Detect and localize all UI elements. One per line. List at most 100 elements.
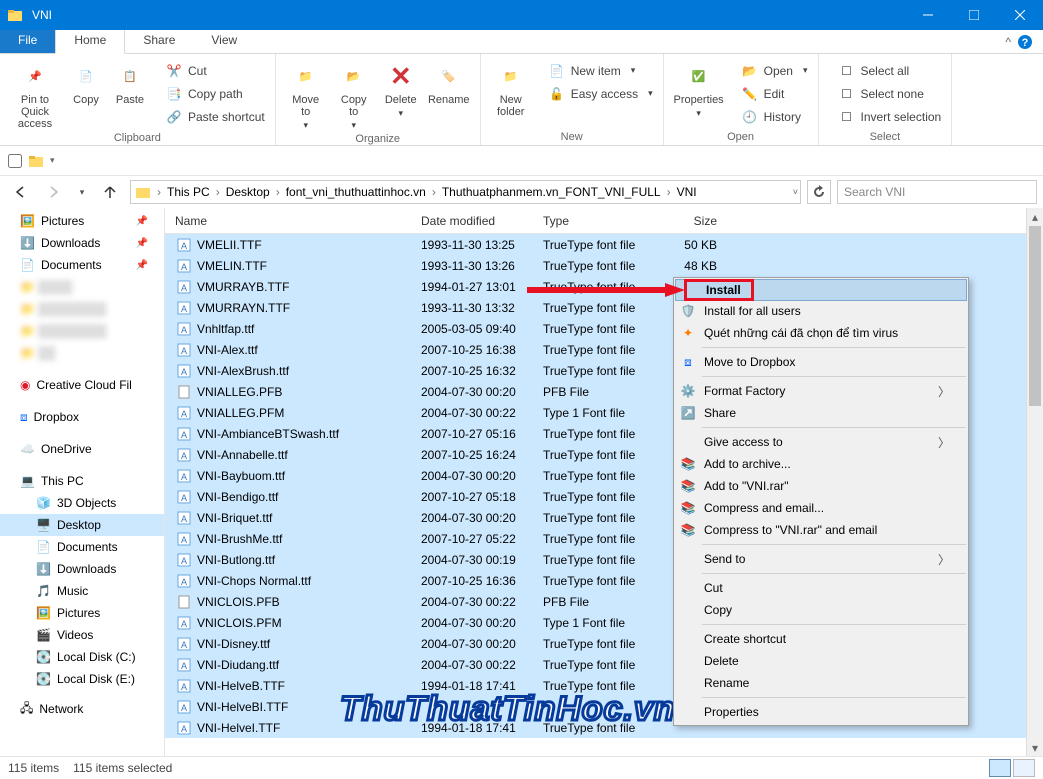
nav-pictures2[interactable]: 🖼️ Pictures — [0, 602, 164, 624]
nav-videos[interactable]: 🎬 Videos — [0, 624, 164, 646]
rename-button[interactable]: 🏷️Rename — [424, 58, 474, 108]
nav-local-disk-e[interactable]: 💽 Local Disk (E:) — [0, 668, 164, 690]
delete-button[interactable]: ✕Delete▾ — [378, 58, 424, 121]
nav-pictures[interactable]: 🖼️ Pictures📌 — [0, 210, 164, 232]
ctx-compress-email[interactable]: 📚Compress and email... — [674, 497, 968, 519]
col-size[interactable]: Size — [661, 214, 731, 228]
nav-music[interactable]: 🎵 Music — [0, 580, 164, 602]
view-large-button[interactable] — [1013, 759, 1035, 777]
ctx-copy[interactable]: Copy — [674, 599, 968, 621]
col-name[interactable]: Name — [175, 214, 421, 228]
new-group-label: New — [487, 131, 657, 143]
history-button[interactable]: 🕘History — [732, 106, 808, 127]
ctx-properties[interactable]: Properties — [674, 701, 968, 723]
move-to-button[interactable]: 📁Move to▾ — [282, 58, 330, 133]
maximize-button[interactable] — [951, 0, 997, 30]
nav-local-disk-c[interactable]: 💽 Local Disk (C:) — [0, 646, 164, 668]
easy-access-button[interactable]: 🔓Easy access▾ — [539, 83, 653, 104]
ctx-cut[interactable]: Cut — [674, 577, 968, 599]
home-tab[interactable]: Home — [55, 30, 125, 54]
invert-selection-button[interactable]: ☐Invert selection — [829, 106, 942, 127]
refresh-button[interactable] — [807, 180, 831, 204]
nav-blur2[interactable]: 📁 ████████ — [0, 298, 164, 320]
nav-downloads2[interactable]: ⬇️ Downloads — [0, 558, 164, 580]
paste-button[interactable]: 📋Paste — [108, 58, 152, 108]
nav-documents2[interactable]: 📄 Documents — [0, 536, 164, 558]
ctx-compress-vni-email[interactable]: 📚Compress to "VNI.rar" and email — [674, 519, 968, 541]
select-none-button[interactable]: ☐Select none — [829, 83, 942, 104]
col-type[interactable]: Type — [543, 214, 661, 228]
new-item-button[interactable]: 📄New item▾ — [539, 60, 653, 81]
nav-downloads[interactable]: ⬇️ Downloads📌 — [0, 232, 164, 254]
nav-forward-button[interactable] — [40, 180, 68, 204]
open-button[interactable]: 📂Open▾ — [732, 60, 808, 81]
scroll-up-icon[interactable]: ▴ — [1027, 208, 1043, 225]
file-date: 2004-07-30 00:19 — [421, 553, 543, 567]
paste-shortcut-button[interactable]: 🔗Paste shortcut — [156, 106, 265, 127]
nav-back-button[interactable] — [6, 180, 34, 204]
new-folder-button[interactable]: 📁New folder — [487, 58, 535, 120]
view-details-button[interactable] — [989, 759, 1011, 777]
col-date[interactable]: Date modified — [421, 214, 543, 228]
nav-recent-button[interactable]: ▾ — [74, 180, 90, 204]
help-icon[interactable]: ? — [1017, 34, 1033, 50]
ctx-add-archive[interactable]: 📚Add to archive... — [674, 453, 968, 475]
ctx-scan-virus[interactable]: ✦Quét những cái đã chọn để tìm virus — [674, 322, 968, 344]
nav-this-pc[interactable]: 💻 This PC — [0, 470, 164, 492]
nav-3d-objects[interactable]: 🧊 3D Objects — [0, 492, 164, 514]
column-headers[interactable]: Name Date modified Type Size — [165, 208, 1043, 234]
ctx-send-to[interactable]: Send to〉 — [674, 548, 968, 570]
copy-button[interactable]: 📄Copy — [64, 58, 108, 108]
ctx-add-vni-rar[interactable]: 📚Add to "VNI.rar" — [674, 475, 968, 497]
nav-documents[interactable]: 📄 Documents📌 — [0, 254, 164, 276]
file-type: Type 1 Font file — [543, 616, 661, 630]
copy-to-button[interactable]: 📂Copy to▾ — [330, 58, 378, 133]
share-tab[interactable]: Share — [125, 30, 193, 53]
edit-button[interactable]: ✏️Edit — [732, 83, 808, 104]
file-size: 50 KB — [661, 238, 731, 252]
properties-button[interactable]: ✅Properties▾ — [670, 58, 728, 121]
file-row[interactable]: AVMELIN.TTF1993-11-30 13:26TrueType font… — [165, 255, 1043, 276]
nav-network[interactable]: 🖧 Network — [0, 698, 164, 720]
nav-blur3[interactable]: 📁 ████████ — [0, 320, 164, 342]
file-row[interactable]: AVMELII.TTF1993-11-30 13:25TrueType font… — [165, 234, 1043, 255]
ctx-delete[interactable]: Delete — [674, 650, 968, 672]
ribbon-tabs: File Home Share View ^ ? — [0, 30, 1043, 54]
ctx-move-dropbox[interactable]: ⧈Move to Dropbox — [674, 351, 968, 373]
view-tab[interactable]: View — [193, 30, 255, 53]
ctx-share[interactable]: ↗️Share — [674, 402, 968, 424]
file-type: TrueType font file — [543, 469, 661, 483]
scroll-thumb[interactable] — [1029, 226, 1041, 406]
cut-button[interactable]: ✂️Cut — [156, 60, 265, 81]
file-tab[interactable]: File — [0, 30, 55, 53]
vertical-scrollbar[interactable]: ▴ ▾ — [1026, 208, 1043, 756]
ctx-format-factory[interactable]: ⚙️Format Factory〉 — [674, 380, 968, 402]
ctx-create-shortcut[interactable]: Create shortcut — [674, 628, 968, 650]
ctx-give-access[interactable]: Give access to〉 — [674, 431, 968, 453]
address-bar[interactable]: › This PC› Desktop› font_vni_thuthuattin… — [130, 180, 801, 204]
scroll-down-icon[interactable]: ▾ — [1027, 739, 1043, 756]
ctx-install[interactable]: Install — [675, 279, 967, 301]
close-button[interactable] — [997, 0, 1043, 30]
font-file-icon: A — [175, 279, 193, 295]
search-box[interactable]: Search VNI — [837, 180, 1037, 204]
nav-up-button[interactable] — [96, 180, 124, 204]
ctx-install-all-users[interactable]: 🛡️Install for all users — [674, 300, 968, 322]
ctx-rename[interactable]: Rename — [674, 672, 968, 694]
select-all-button[interactable]: ☐Select all — [829, 60, 942, 81]
nav-creative-cloud[interactable]: ◉ Creative Cloud Fil — [0, 374, 164, 396]
svg-text:A: A — [181, 472, 187, 482]
nav-onedrive[interactable]: ☁️ OneDrive — [0, 438, 164, 460]
nav-blur1[interactable]: 📁 ████ — [0, 276, 164, 298]
minimize-button[interactable] — [905, 0, 951, 30]
nav-blur4[interactable]: 📁 ██ — [0, 342, 164, 364]
nav-desktop[interactable]: 🖥️ Desktop — [0, 514, 164, 536]
copy-path-button[interactable]: 📑Copy path — [156, 83, 265, 104]
collapse-ribbon-icon[interactable]: ^ — [1005, 35, 1011, 49]
file-type: TrueType font file — [543, 532, 661, 546]
qat-checkbox[interactable] — [8, 154, 22, 168]
file-name: VNI-Diudang.ttf — [197, 658, 421, 672]
file-name: VNI-AlexBrush.ttf — [197, 364, 421, 378]
pin-quickaccess-button[interactable]: 📌Pin to Quick access — [6, 58, 64, 132]
nav-dropbox[interactable]: ⧈ Dropbox — [0, 406, 164, 428]
